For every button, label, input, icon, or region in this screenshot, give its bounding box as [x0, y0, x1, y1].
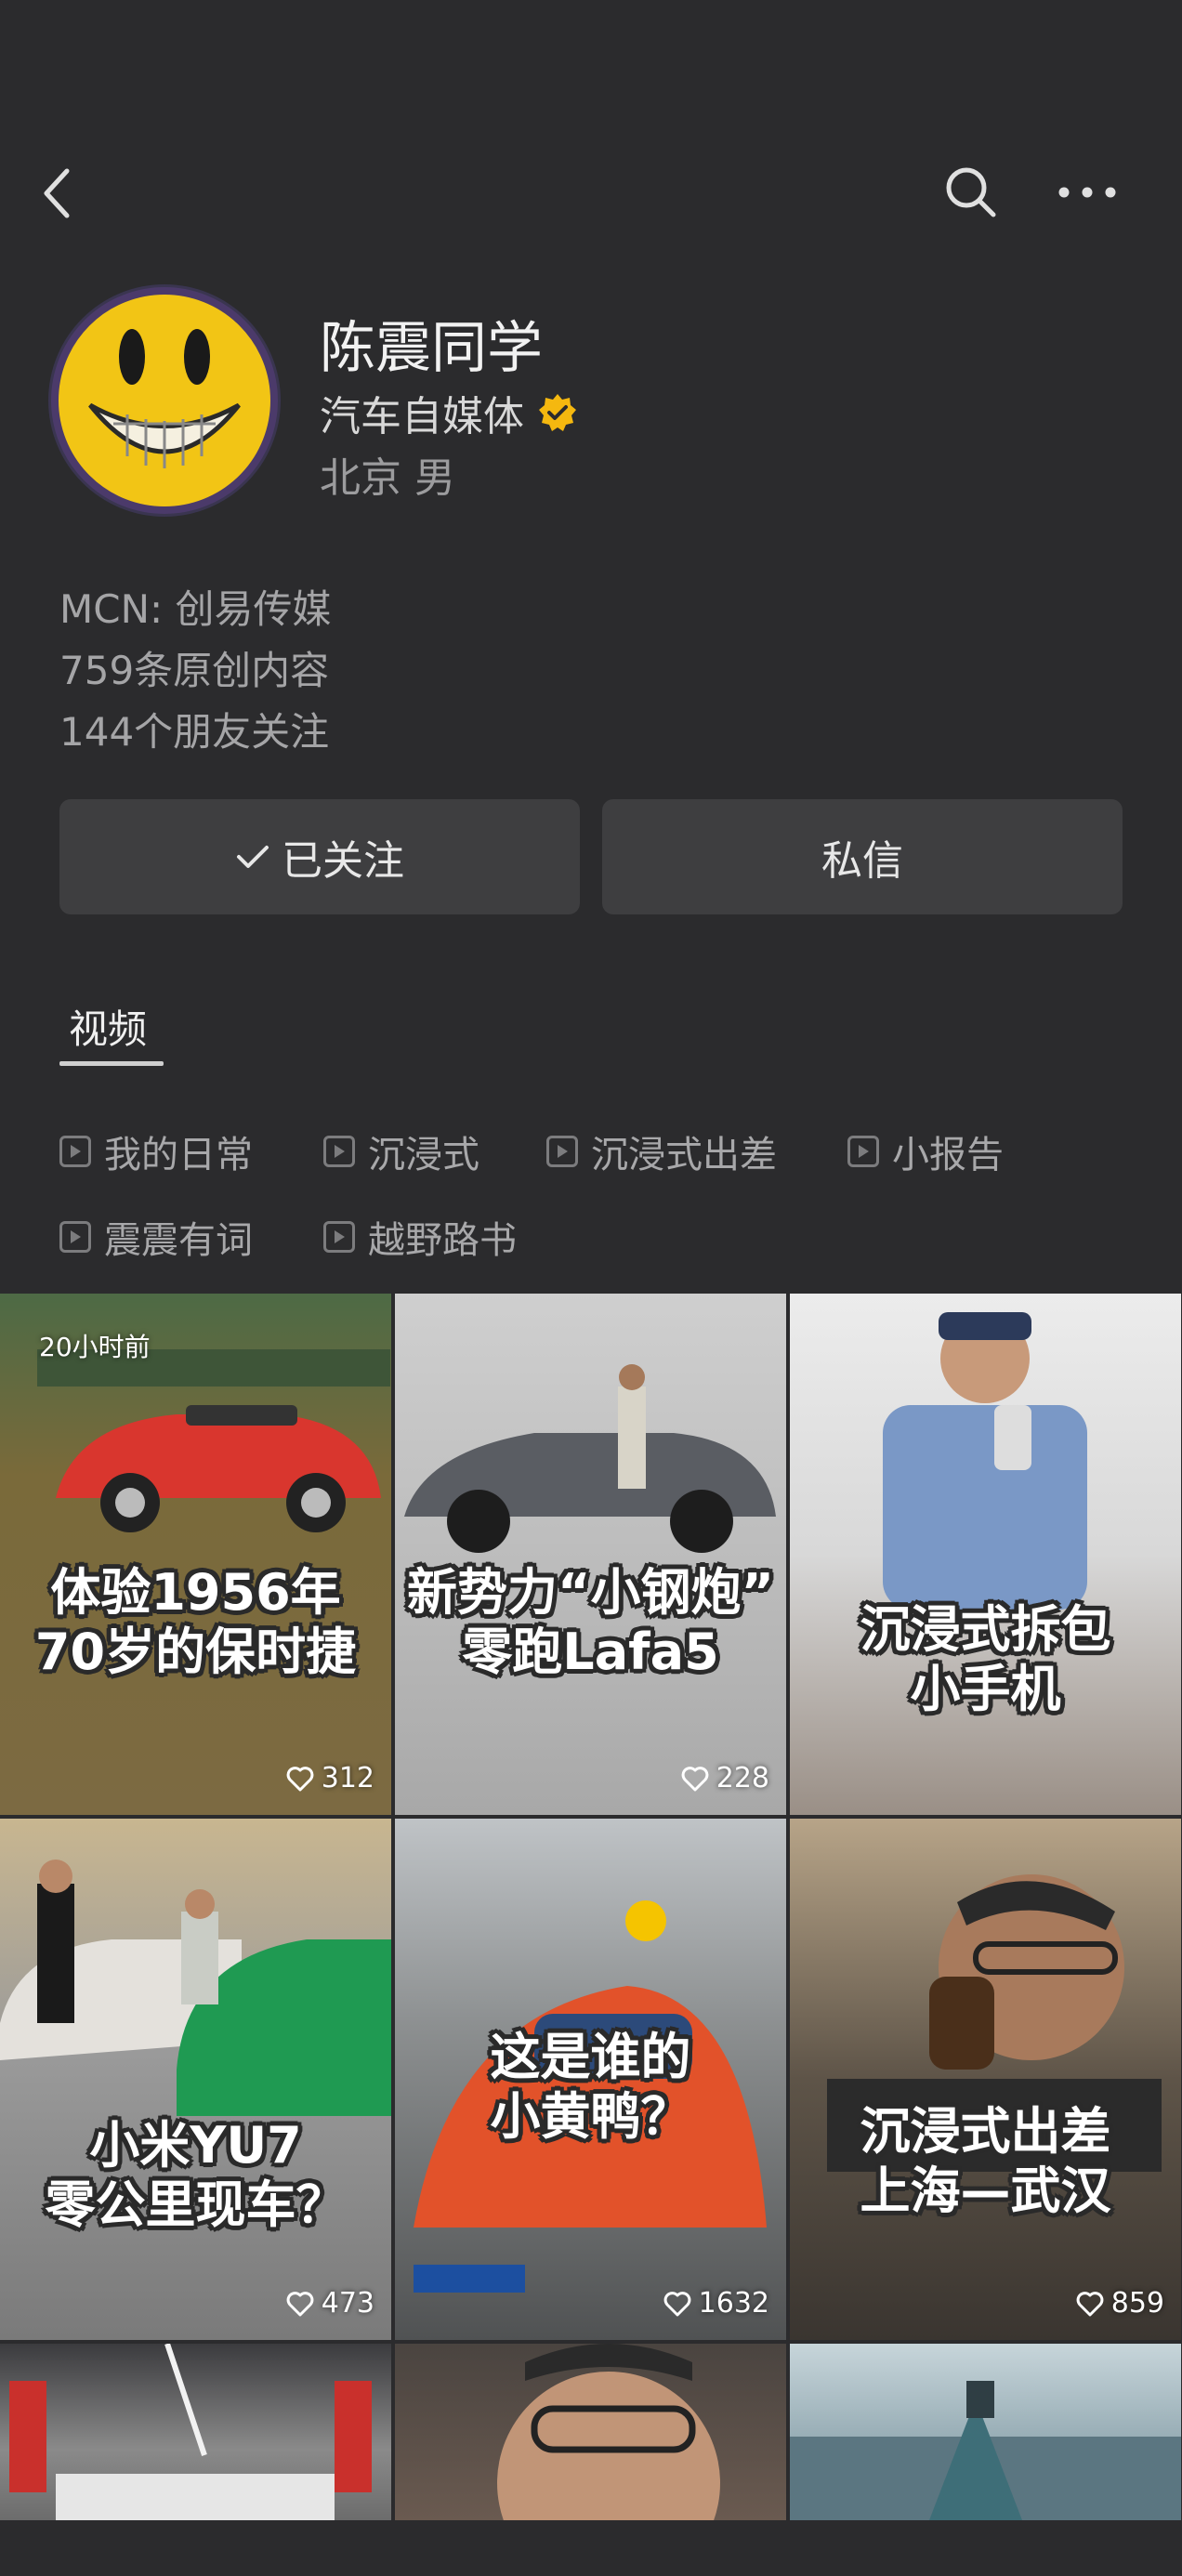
- heart-icon: [681, 1766, 709, 1791]
- play-box-icon: [546, 1136, 578, 1167]
- more-button[interactable]: [1050, 160, 1124, 225]
- like-count-value: 312: [321, 1762, 374, 1794]
- avatar[interactable]: [48, 284, 281, 517]
- like-count: 1632: [663, 2287, 769, 2320]
- message-button[interactable]: 私信: [602, 799, 1123, 914]
- search-button[interactable]: [939, 160, 1004, 225]
- man-holding-phone-image: [883, 1312, 1087, 1610]
- profile-name: 陈震同学: [320, 316, 543, 381]
- caption-line: 新势力“小钢炮”: [407, 1563, 774, 1622]
- like-count-value: 228: [716, 1762, 769, 1794]
- caption-line: 沉浸式拆包: [860, 1600, 1111, 1659]
- following-label: 已关注: [282, 837, 404, 885]
- video-thumbnail[interactable]: 20小时前 体验1956年 70岁的保时捷 312: [0, 1294, 391, 1815]
- verified-badge-icon: [539, 394, 576, 431]
- category-label: 汽车自媒体: [320, 393, 524, 440]
- like-count: 473: [286, 2287, 374, 2320]
- play-box-icon: [59, 1221, 91, 1253]
- playlist-label: 沉浸式: [368, 1134, 479, 1176]
- showroom-image: [9, 2344, 372, 2520]
- video-thumbnail[interactable]: [0, 2344, 391, 2520]
- caption-line: 上海—武汉: [860, 2161, 1111, 2220]
- grey-car-image: [404, 1364, 776, 1553]
- playlist-chip[interactable]: 沉浸式: [323, 1124, 479, 1178]
- smiley-avatar-image: [51, 287, 278, 514]
- like-count-value: 473: [321, 2287, 374, 2320]
- heart-icon: [1076, 2291, 1104, 2316]
- playlist-chip[interactable]: 小报告: [847, 1124, 1004, 1178]
- heart-icon: [663, 2291, 691, 2316]
- play-box-icon: [323, 1221, 355, 1253]
- following-button[interactable]: 已关注: [59, 799, 580, 914]
- playlist-label: 越野路书: [368, 1219, 517, 1262]
- message-label: 私信: [821, 837, 903, 885]
- back-button[interactable]: [28, 164, 87, 223]
- friends-following-count[interactable]: 144个朋友关注: [59, 701, 329, 757]
- video-caption: 沉浸式拆包 小手机: [790, 1600, 1181, 1718]
- playlist-chip[interactable]: 震震有词: [59, 1210, 253, 1264]
- boat-water-image: [790, 2381, 1181, 2520]
- caption-line: 体验1956年: [50, 1563, 341, 1622]
- video-caption: 小米YU7 零公里现车？: [0, 2116, 391, 2234]
- location-gender: 北京 男: [320, 454, 455, 502]
- tab-videos[interactable]: 视频: [69, 998, 147, 1055]
- caption-line: 这是谁的: [490, 2028, 691, 2086]
- caption-line: 小米YU7: [89, 2116, 302, 2175]
- video-caption: 这是谁的 小黄鸭？: [395, 2028, 786, 2146]
- playlist-chip[interactable]: 我的日常: [59, 1124, 253, 1178]
- original-content-count: 759条原创内容: [59, 648, 330, 693]
- playlist-label: 我的日常: [104, 1134, 253, 1176]
- green-xiaomi-car-image: [0, 1860, 391, 2116]
- man-selfie-image: [497, 2344, 720, 2520]
- like-count-value: 1632: [698, 2287, 769, 2320]
- video-thumbnail[interactable]: [790, 2344, 1181, 2520]
- video-caption: 新势力“小钢炮” 零跑Lafa5: [395, 1563, 786, 1681]
- playlist-label: 沉浸式出差: [591, 1134, 777, 1176]
- heart-icon: [286, 2291, 314, 2316]
- like-count-value: 859: [1110, 2287, 1164, 2320]
- play-box-icon: [323, 1136, 355, 1167]
- tab-active-indicator: [59, 1061, 164, 1066]
- more-horizontal-icon: [1058, 187, 1116, 198]
- video-thumbnail[interactable]: 小米YU7 零公里现车？ 473: [0, 1819, 391, 2340]
- playlist-label: 震震有词: [104, 1219, 253, 1262]
- caption-line: 小手机: [910, 1659, 1061, 1718]
- video-thumbnail[interactable]: 沉浸式出差 上海—武汉 859: [790, 1819, 1181, 2340]
- search-icon: [946, 167, 996, 217]
- video-thumbnail[interactable]: [395, 2344, 786, 2520]
- caption-line: 小黄鸭？: [490, 2086, 691, 2146]
- like-count: 312: [286, 1762, 374, 1794]
- caption-line: 零跑Lafa5: [462, 1622, 719, 1681]
- caption-line: 沉浸式出差: [860, 2102, 1111, 2161]
- chevron-left-icon: [44, 168, 70, 218]
- checkmark-icon: [237, 846, 269, 868]
- time-stamp: 20小时前: [39, 1332, 151, 1362]
- play-box-icon: [59, 1136, 91, 1167]
- video-thumbnail[interactable]: 新势力“小钢炮” 零跑Lafa5 228: [395, 1294, 786, 1815]
- playlist-chip[interactable]: 沉浸式出差: [546, 1124, 777, 1178]
- caption-line: 70岁的保时捷: [34, 1622, 357, 1681]
- play-box-icon: [847, 1136, 879, 1167]
- heart-icon: [286, 1766, 314, 1791]
- mcn-info: MCN: 创易传媒: [59, 586, 332, 632]
- like-count: 228: [681, 1762, 769, 1794]
- red-porsche-image: [37, 1349, 390, 1532]
- playlist-label: 小报告: [892, 1134, 1004, 1176]
- video-thumbnail[interactable]: 沉浸式拆包 小手机: [790, 1294, 1181, 1815]
- caption-line: 零公里现车？: [45, 2175, 347, 2234]
- video-caption: 体验1956年 70岁的保时捷: [0, 1563, 391, 1681]
- profile-category: 汽车自媒体: [320, 383, 578, 442]
- video-caption: 沉浸式出差 上海—武汉: [790, 2102, 1181, 2220]
- playlist-chip[interactable]: 越野路书: [323, 1210, 517, 1264]
- like-count: 859: [1076, 2287, 1164, 2320]
- video-thumbnail[interactable]: 这是谁的 小黄鸭？ 1632: [395, 1819, 786, 2340]
- bottom-safe-area: [0, 2520, 1182, 2576]
